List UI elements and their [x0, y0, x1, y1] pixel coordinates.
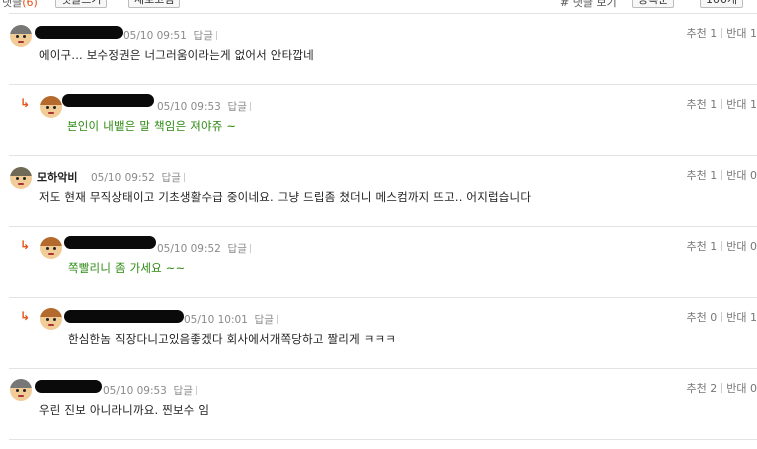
vote-area: 추천 1 반대 0 [687, 167, 757, 183]
comment-meta: 05/10 09:53 답글 [103, 383, 197, 398]
comment-time: 05/10 09:51 [123, 30, 187, 42]
comment-meta: 05/10 09:53 답글 [157, 99, 251, 114]
downvote-button[interactable]: 반대 0 [726, 382, 757, 395]
comment-text: 쪽빨리니 좀 가세요 ~~ [68, 261, 186, 275]
comment-reply-item: ↳ 05/10 09:52 답글 쪽빨리니 좀 가세요 ~~ 추천 1 반대 0 [0, 227, 757, 297]
upvote-button[interactable]: 추천 2 [687, 382, 718, 395]
comment-reply-item: ↳ 05/10 09:53 답글 본인이 내뱉은 말 책임은 져야쥬 ~ 추천 … [0, 85, 757, 155]
reply-arrow-icon: ↳ [20, 238, 31, 252]
comment-count: (6) [22, 0, 38, 9]
comment-text: 우린 진보 아니라니까요. 찐보수 임 [39, 403, 210, 417]
comment-text: 에이구... 보수정권은 너그러움이라는게 없어서 안타깝네 [39, 48, 314, 62]
avatar [40, 237, 62, 259]
comment-meta: 05/10 09:52 답글 [157, 241, 251, 256]
reply-link[interactable]: 답글 [228, 243, 247, 255]
avatar [10, 25, 32, 47]
avatar [40, 308, 62, 330]
comment-item: 05/10 09:53 답글 우린 진보 아니라니까요. 찐보수 임 추천 2 반… [0, 369, 757, 439]
redacted-nickname [64, 236, 156, 249]
comment-item: 05/10 09:51 답글 에이구... 보수정권은 너그러움이라는게 없어서… [0, 14, 757, 84]
upvote-button[interactable]: 추천 0 [687, 311, 718, 324]
avatar [10, 379, 32, 401]
comment-text: 저도 현재 무직상태이고 기초생활수급 중이네요. 그냥 드립좀 쳤더니 메스컴… [39, 190, 532, 204]
reply-link[interactable]: 답글 [194, 30, 213, 42]
upvote-button[interactable]: 추천 1 [687, 98, 718, 111]
comment-toolbar: 댓글(6) 댓글쓰기 새로고침 # 댓글 보기 등록순 100개 [0, 0, 757, 9]
upvote-button[interactable]: 추천 1 [687, 169, 718, 182]
redacted-nickname [35, 380, 102, 393]
upvote-button[interactable]: 추천 1 [687, 240, 718, 253]
reply-link[interactable]: 답글 [255, 314, 274, 326]
reply-link[interactable]: 답글 [162, 172, 181, 184]
reply-link[interactable]: 답글 [174, 385, 193, 397]
comment-text: 한심한놈 직장다니고있음좋겠다 회사에서개쪽당하고 짤리게 ㅋㅋㅋ [68, 332, 397, 346]
refresh-button[interactable]: 새로고침 [128, 0, 181, 8]
divider [9, 439, 757, 440]
comment-time: 05/10 09:52 [157, 243, 221, 255]
comment-time: 05/10 09:53 [103, 385, 167, 397]
comment-meta: 05/10 09:52 답글 [91, 170, 185, 185]
redacted-nickname [64, 310, 184, 323]
sort-hint: # 댓글 보기 [560, 0, 617, 9]
per-page-select[interactable]: 100개 [700, 0, 744, 8]
downvote-button[interactable]: 반대 1 [726, 98, 757, 111]
comment-time: 05/10 09:53 [157, 101, 221, 113]
sort-select[interactable]: 등록순 [632, 0, 675, 8]
comment-time: 05/10 09:52 [91, 172, 155, 184]
vote-area: 추천 2 반대 0 [687, 380, 757, 396]
vote-area: 추천 1 반대 0 [687, 238, 757, 254]
redacted-nickname [35, 26, 123, 39]
vote-area: 추천 0 반대 1 [687, 309, 757, 325]
avatar [40, 96, 62, 118]
write-comment-button[interactable]: 댓글쓰기 [55, 0, 108, 8]
downvote-button[interactable]: 반대 0 [726, 240, 757, 253]
downvote-button[interactable]: 반대 1 [726, 311, 757, 324]
comment-meta: 05/10 10:01 답글 [184, 312, 278, 327]
comment-count-label: 댓글(6) [2, 0, 38, 9]
vote-area: 추천 1 반대 1 [687, 25, 757, 41]
avatar [10, 167, 32, 189]
reply-link[interactable]: 답글 [228, 101, 247, 113]
comment-author[interactable]: 모하악비 [37, 169, 77, 185]
vote-area: 추천 1 반대 1 [687, 96, 757, 112]
comment-item: 모하악비 05/10 09:52 답글 저도 현재 무직상태이고 기초생활수급 … [0, 156, 757, 226]
comment-meta: 05/10 09:51 답글 [123, 28, 217, 43]
comment-time: 05/10 10:01 [184, 314, 248, 326]
reply-arrow-icon: ↳ [20, 96, 31, 110]
comment-text: 본인이 내뱉은 말 책임은 져야쥬 ~ [67, 119, 237, 133]
downvote-button[interactable]: 반대 1 [726, 27, 757, 40]
downvote-button[interactable]: 반대 0 [726, 169, 757, 182]
upvote-button[interactable]: 추천 1 [687, 27, 718, 40]
reply-arrow-icon: ↳ [20, 309, 31, 323]
comment-reply-item: ↳ 05/10 10:01 답글 한심한놈 직장다니고있음좋겠다 회사에서개쪽당… [0, 298, 757, 368]
redacted-nickname [62, 94, 154, 107]
